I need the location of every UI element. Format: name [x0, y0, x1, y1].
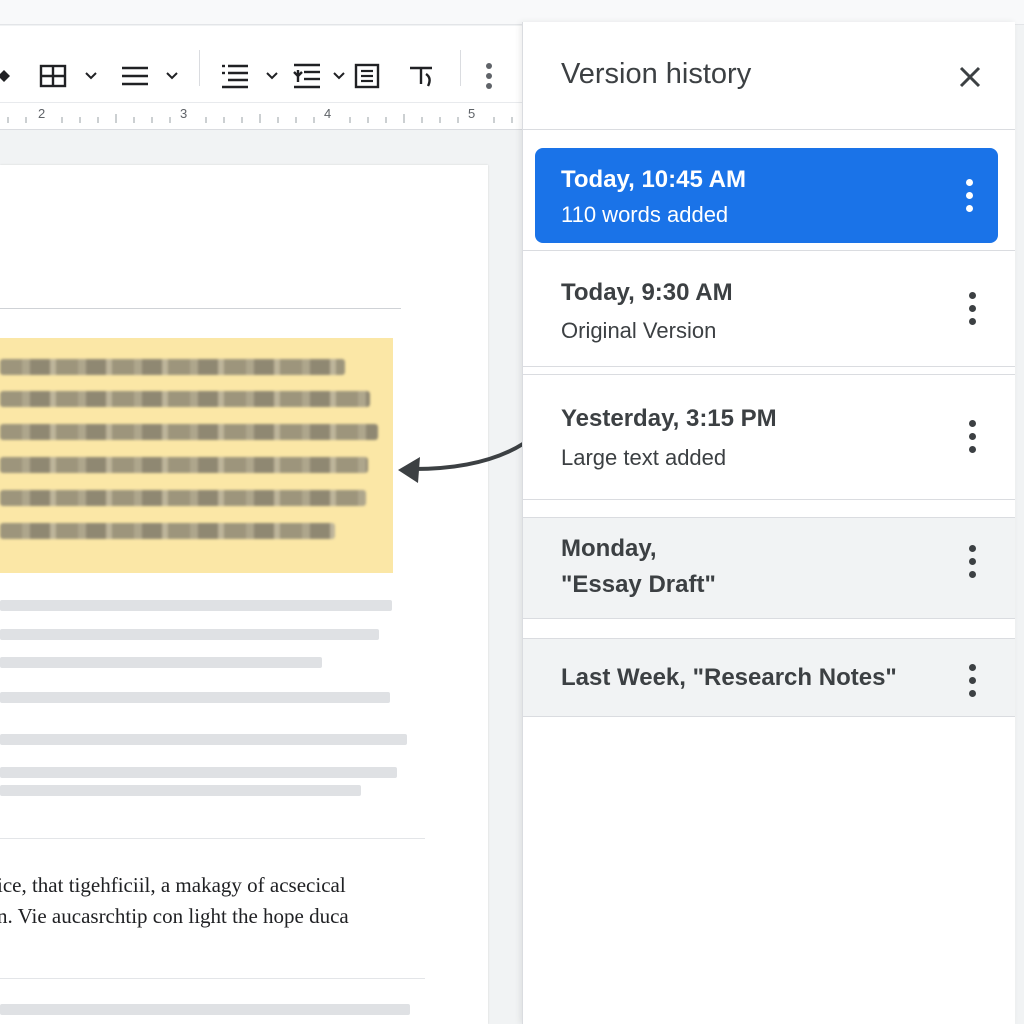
ruler-number: 4	[324, 106, 332, 121]
more-vert-icon[interactable]	[967, 420, 977, 454]
diamond-icon[interactable]	[0, 68, 12, 84]
panel-header: Version history	[523, 22, 1015, 130]
divider-line	[0, 978, 425, 979]
separator	[523, 499, 1015, 500]
chevron-down-icon[interactable]	[332, 71, 346, 81]
version-item-last-week[interactable]: Last Week, "Research Notes"	[523, 638, 1015, 717]
toolbar-divider	[199, 50, 200, 86]
line-spacing-icon[interactable]	[220, 63, 250, 89]
placeholder-text-line	[0, 767, 397, 778]
clear-format-icon[interactable]	[408, 64, 436, 88]
blurred-text-line	[0, 490, 366, 506]
toolbar	[0, 26, 522, 102]
chevron-down-icon[interactable]	[165, 71, 179, 81]
version-history-panel: Version history Today, 10:45 AM 110 word…	[522, 22, 1015, 1024]
blurred-text-line	[0, 391, 370, 407]
version-item-today-930[interactable]: Today, 9:30 AM Original Version	[523, 251, 1015, 366]
more-vert-icon[interactable]	[484, 62, 494, 90]
align-icon[interactable]	[120, 65, 150, 87]
version-title: Yesterday, 3:15 PM	[561, 405, 777, 432]
placeholder-text-line	[0, 1004, 410, 1015]
version-subtitle: Large text added	[561, 445, 727, 470]
ruler-number: 2	[38, 106, 46, 121]
separator	[523, 366, 1015, 367]
ruler-number: 5	[468, 106, 476, 121]
blurred-text-line	[0, 359, 345, 375]
highlighted-text-block[interactable]	[0, 338, 393, 573]
divider-line	[0, 308, 401, 309]
version-subtitle: Original Version	[561, 318, 717, 343]
indent-icon[interactable]	[292, 62, 322, 90]
version-title: Today, 9:30 AM	[561, 279, 733, 306]
version-item-today-1045[interactable]: Today, 10:45 AM 110 words added	[535, 148, 998, 243]
panel-title: Version history	[561, 58, 752, 90]
placeholder-text-line	[0, 657, 322, 668]
document-text-line: ice, that tigehficiil, a makagy of acsec…	[0, 873, 346, 897]
version-title: Last Week, "Research Notes"	[561, 664, 897, 691]
blurred-text-line	[0, 424, 378, 440]
ruler-number: 3	[180, 106, 188, 121]
placeholder-text-line	[0, 629, 379, 640]
more-vert-icon[interactable]	[967, 545, 977, 579]
version-subtitle: 110 words added	[561, 202, 729, 227]
version-item-yesterday[interactable]: Yesterday, 3:15 PM Large text added	[523, 375, 1015, 499]
more-vert-icon[interactable]	[967, 292, 977, 326]
separator	[523, 618, 1015, 619]
document-text-line: n. Vie aucasrchtip con light the hope du…	[0, 904, 349, 928]
close-icon[interactable]	[955, 62, 985, 92]
divider-line	[0, 838, 425, 839]
toolbar-divider	[460, 50, 461, 86]
blurred-text-line	[0, 457, 368, 473]
ruler-ticks	[7, 114, 513, 123]
chevron-down-icon[interactable]	[265, 71, 279, 81]
placeholder-text-line	[0, 734, 407, 745]
placeholder-text-line	[0, 600, 392, 611]
placeholder-text-line	[0, 692, 390, 703]
version-item-monday[interactable]: Monday, "Essay Draft"	[523, 517, 1015, 619]
more-vert-icon[interactable]	[964, 179, 974, 213]
list-icon[interactable]	[354, 63, 380, 89]
ruler: 2 3 4 5	[0, 102, 522, 130]
blurred-text-line	[0, 523, 335, 539]
version-name: "Essay Draft"	[561, 571, 716, 598]
chevron-down-icon[interactable]	[84, 71, 98, 81]
version-title: Today, 10:45 AM	[561, 166, 746, 193]
more-vert-icon[interactable]	[967, 664, 977, 698]
version-title: Monday,	[561, 535, 657, 562]
placeholder-text-line	[0, 785, 361, 796]
table-icon[interactable]	[38, 63, 68, 89]
